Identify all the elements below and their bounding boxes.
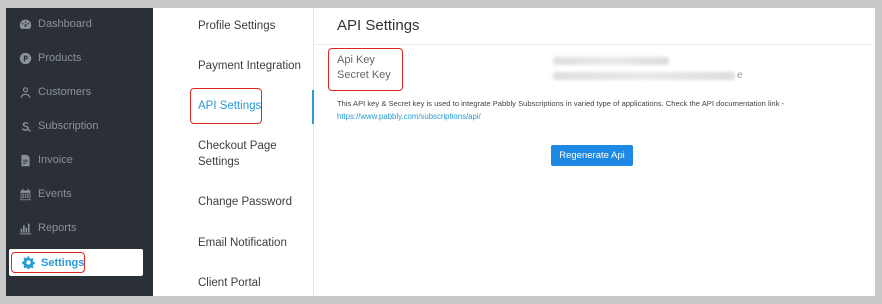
api-settings-highlight-annotation <box>190 88 262 124</box>
menu-item-payment-integration[interactable]: Payment Integration <box>198 58 301 74</box>
secret-key-value-redacted <box>553 72 735 80</box>
settings-highlight-annotation <box>11 252 85 273</box>
sidebar-item-dashboard[interactable]: Dashboard <box>6 9 153 39</box>
menu-item-email-notification[interactable]: Email Notification <box>198 235 287 251</box>
api-documentation-link[interactable]: https://www.pabbly.com/subscriptions/api… <box>337 112 481 121</box>
events-icon <box>18 187 32 201</box>
app-window: Dashboard Products Customers Subscriptio… <box>6 8 875 296</box>
regenerate-api-button[interactable]: Regenerate Api <box>551 145 633 166</box>
menu-item-checkout-page-settings[interactable]: Checkout Page Settings <box>198 138 282 170</box>
sidebar-item-label: Reports <box>38 222 77 234</box>
sidebar-item-label: Events <box>38 188 72 200</box>
sidebar-item-label: Invoice <box>38 154 73 166</box>
menu-item-client-portal[interactable]: Client Portal <box>198 275 261 291</box>
sidebar-item-subscription[interactable]: Subscription <box>6 111 153 141</box>
subscription-icon <box>18 119 32 133</box>
api-key-label: Api Key <box>337 54 375 66</box>
secret-key-tail: e <box>737 70 743 81</box>
api-settings-panel: API Settings Api Key Secret Key e This A… <box>313 8 875 296</box>
sidebar-item-events[interactable]: Events <box>6 179 153 209</box>
divider <box>313 44 873 45</box>
menu-item-change-password[interactable]: Change Password <box>198 194 292 210</box>
secret-key-label: Secret Key <box>337 69 391 81</box>
invoice-icon <box>18 153 32 167</box>
main-sidebar: Dashboard Products Customers Subscriptio… <box>6 8 153 296</box>
page-title: API Settings <box>337 17 420 34</box>
dashboard-icon <box>18 17 32 31</box>
sidebar-item-label: Customers <box>38 86 92 98</box>
reports-icon <box>18 221 32 235</box>
sidebar-item-products[interactable]: Products <box>6 43 153 73</box>
settings-menu: Profile Settings Payment Integration API… <box>153 8 314 296</box>
sidebar-item-label: Dashboard <box>38 18 92 30</box>
customers-icon <box>18 85 32 99</box>
api-description: This API key & Secret key is used to int… <box>337 99 784 108</box>
sidebar-item-label: Products <box>38 52 82 64</box>
api-key-value-redacted <box>553 57 669 65</box>
sidebar-item-reports[interactable]: Reports <box>6 213 153 243</box>
sidebar-item-customers[interactable]: Customers <box>6 77 153 107</box>
menu-item-profile-settings[interactable]: Profile Settings <box>198 18 275 34</box>
sidebar-item-label: Subscription <box>38 120 99 132</box>
products-icon <box>18 51 32 65</box>
sidebar-item-invoice[interactable]: Invoice <box>6 145 153 175</box>
